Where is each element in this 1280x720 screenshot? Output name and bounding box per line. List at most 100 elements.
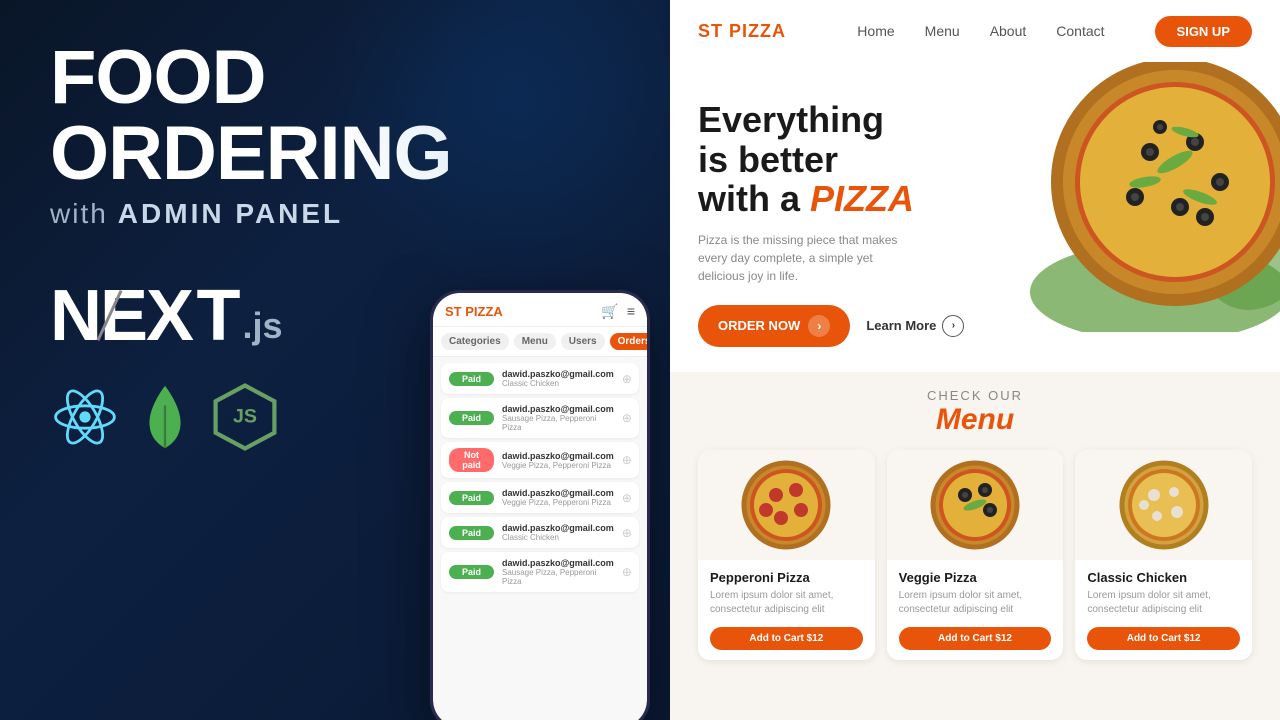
order-status-badge: Paid (449, 565, 494, 579)
order-arrow-icon: ⊕ (622, 372, 632, 386)
hero-section: Everything is better with a PIZZA Pizza … (670, 62, 1280, 372)
order-arrow-icon: ⊕ (622, 411, 632, 425)
check-our-label: CHECK OUR (698, 388, 1252, 403)
nav-menu[interactable]: Menu (925, 23, 960, 39)
mobile-order-item[interactable]: Paid dawid.paszko@gmail.com Classic Chic… (441, 517, 639, 548)
menu-card: Classic Chicken Lorem ipsum dolor sit am… (1075, 450, 1252, 660)
menu-card-body: Pepperoni Pizza Lorem ipsum dolor sit am… (698, 560, 875, 660)
order-status-badge: Paid (449, 526, 494, 540)
nav-about[interactable]: About (990, 23, 1027, 39)
add-to-cart-button[interactable]: Add to Cart $12 (899, 627, 1052, 650)
learn-more-arrow-icon: › (942, 315, 964, 337)
order-status-badge: Paid (449, 411, 494, 425)
order-status-badge: Paid (449, 491, 494, 505)
mobile-mockup: ST PIZZA 🛒 ≡ Categories Menu Users Order… (430, 290, 650, 720)
hero-text-block: Everything is better with a PIZZA Pizza … (698, 90, 1252, 347)
hero-title-everything: Everything (698, 99, 884, 140)
order-items: Veggie Pizza, Pepperoni Pizza (502, 461, 614, 470)
menu-card-image (887, 450, 1064, 560)
add-to-cart-button[interactable]: Add to Cart $12 (710, 627, 863, 650)
menu-card-desc: Lorem ipsum dolor sit amet, consectetur … (710, 589, 863, 617)
hero-buttons: ORDER NOW › Learn More › (698, 305, 1252, 347)
menu-cards-row: Pepperoni Pizza Lorem ipsum dolor sit am… (698, 450, 1252, 660)
react-icon (50, 382, 120, 452)
order-email: dawid.paszko@gmail.com (502, 488, 614, 498)
order-email: dawid.paszko@gmail.com (502, 558, 614, 568)
tab-orders[interactable]: Orders (610, 333, 647, 350)
mobile-tabs: Categories Menu Users Orders (433, 327, 647, 357)
nav-home[interactable]: Home (857, 23, 894, 39)
order-info: dawid.paszko@gmail.com Sausage Pizza, Pe… (502, 404, 614, 432)
menu-icon: ≡ (627, 303, 635, 320)
menu-card-desc: Lorem ipsum dolor sit amet, consectetur … (899, 589, 1052, 617)
js-suffix: .js (242, 305, 282, 347)
mobile-header: ST PIZZA 🛒 ≡ (433, 293, 647, 327)
mobile-order-item[interactable]: Paid dawid.paszko@gmail.com Sausage Pizz… (441, 398, 639, 438)
order-info: dawid.paszko@gmail.com Classic Chicken (502, 523, 614, 542)
svg-text:JS: JS (233, 406, 257, 428)
hero-title-pizza: PIZZA (810, 178, 914, 219)
order-items: Classic Chicken (502, 533, 614, 542)
mongodb-icon (140, 382, 190, 452)
next-logo-container: NEX T (50, 280, 238, 352)
website-brand: ST PIZZA (698, 21, 786, 42)
subtitle-row: with ADMIN PANEL (50, 198, 620, 230)
order-info: dawid.paszko@gmail.com Sausage Pizza, Pe… (502, 558, 614, 586)
order-items: Classic Chicken (502, 379, 614, 388)
mobile-header-icons: 🛒 ≡ (601, 303, 635, 320)
menu-card: Pepperoni Pizza Lorem ipsum dolor sit am… (698, 450, 875, 660)
mobile-orders-list: Paid dawid.paszko@gmail.com Classic Chic… (433, 357, 647, 598)
hero-title: Everything is better with a PIZZA (698, 100, 1252, 219)
menu-section-header: CHECK OUR Menu (698, 388, 1252, 436)
hero-title-with-a: with a (698, 178, 800, 219)
left-panel: FOOD ORDERING with ADMIN PANEL NEX T .js (0, 0, 670, 720)
order-arrow-icon: ⊕ (622, 453, 632, 467)
tab-menu[interactable]: Menu (514, 333, 556, 350)
order-arrow-icon: ⊕ (622, 565, 632, 579)
menu-card: Veggie Pizza Lorem ipsum dolor sit amet,… (887, 450, 1064, 660)
nav-contact[interactable]: Contact (1056, 23, 1104, 39)
order-email: dawid.paszko@gmail.com (502, 369, 614, 379)
menu-card-body: Veggie Pizza Lorem ipsum dolor sit amet,… (887, 560, 1064, 660)
cart-icon: 🛒 (601, 303, 618, 320)
title-food: FOOD (50, 40, 620, 116)
mobile-order-item[interactable]: Paid dawid.paszko@gmail.com Sausage Pizz… (441, 552, 639, 592)
hero-description: Pizza is the missing piece that makes ev… (698, 231, 918, 285)
order-arrow-icon: ⊕ (622, 491, 632, 505)
title-ordering: ORDERING (50, 116, 620, 192)
mobile-order-item[interactable]: Paid dawid.paszko@gmail.com Classic Chic… (441, 363, 639, 394)
menu-word-label: Menu (698, 403, 1252, 436)
menu-section: CHECK OUR Menu Pepperoni Pizza Lorem ips… (670, 372, 1280, 720)
mobile-order-item[interactable]: Not paid dawid.paszko@gmail.com Veggie P… (441, 442, 639, 478)
menu-card-body: Classic Chicken Lorem ipsum dolor sit am… (1075, 560, 1252, 660)
order-items: Sausage Pizza, Pepperoni Pizza (502, 414, 614, 432)
menu-card-title: Veggie Pizza (899, 570, 1052, 585)
signup-button[interactable]: SIGN UP (1155, 16, 1252, 47)
learn-more-button[interactable]: Learn More › (866, 315, 964, 337)
order-arrow-icon: › (808, 315, 830, 337)
menu-card-image (1075, 450, 1252, 560)
mobile-order-item[interactable]: Paid dawid.paszko@gmail.com Veggie Pizza… (441, 482, 639, 513)
order-now-button[interactable]: ORDER NOW › (698, 305, 850, 347)
nodejs-icon: JS (210, 382, 280, 452)
menu-card-title: Pepperoni Pizza (710, 570, 863, 585)
right-panel: ST PIZZA Home Menu About Contact SIGN UP… (670, 0, 1280, 720)
mobile-inner: ST PIZZA 🛒 ≡ Categories Menu Users Order… (433, 293, 647, 720)
order-email: dawid.paszko@gmail.com (502, 404, 614, 414)
menu-card-desc: Lorem ipsum dolor sit amet, consectetur … (1087, 589, 1240, 617)
hero-title-is-better: is better (698, 139, 838, 180)
tab-users[interactable]: Users (561, 333, 605, 350)
order-info: dawid.paszko@gmail.com Classic Chicken (502, 369, 614, 388)
order-arrow-icon: ⊕ (622, 526, 632, 540)
tab-categories[interactable]: Categories (441, 333, 509, 350)
menu-card-title: Classic Chicken (1087, 570, 1240, 585)
order-status-badge: Not paid (449, 448, 494, 472)
website-nav: ST PIZZA Home Menu About Contact SIGN UP (670, 0, 1280, 62)
order-items: Veggie Pizza, Pepperoni Pizza (502, 498, 614, 507)
next-t: T (197, 276, 239, 356)
mobile-brand: ST PIZZA (445, 304, 503, 319)
order-info: dawid.paszko@gmail.com Veggie Pizza, Pep… (502, 451, 614, 470)
nav-links: Home Menu About Contact SIGN UP (857, 16, 1252, 47)
order-now-label: ORDER NOW (718, 318, 800, 333)
add-to-cart-button[interactable]: Add to Cart $12 (1087, 627, 1240, 650)
